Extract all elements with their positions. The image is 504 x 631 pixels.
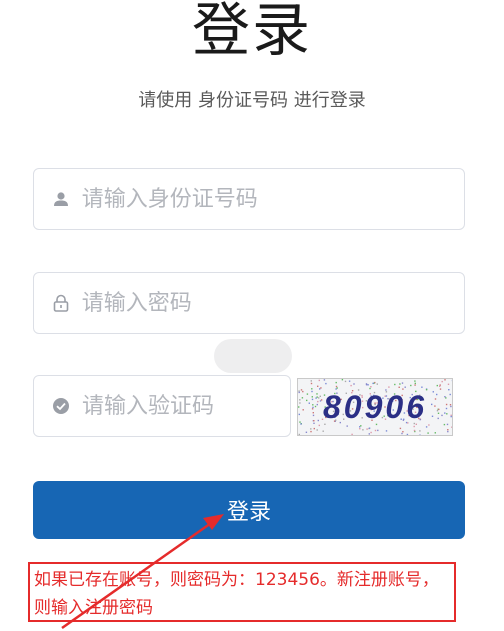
login-button[interactable]: 登录 [33, 481, 465, 539]
password-field[interactable] [33, 272, 465, 334]
captcha-input[interactable] [82, 393, 290, 419]
check-circle-icon [52, 396, 70, 416]
page-title: 登录 [191, 0, 312, 64]
drag-toggle[interactable] [214, 339, 292, 373]
id-number-field[interactable] [33, 168, 465, 230]
captcha-image[interactable]: 80906 [297, 378, 453, 436]
captcha-text: 80906 [323, 389, 427, 425]
user-icon [52, 189, 70, 209]
annotation-note: 如果已存在账号，则密码为：123456。新注册账号，则输入注册密码 [28, 562, 456, 622]
password-input[interactable] [81, 290, 464, 316]
captcha-field[interactable] [33, 375, 291, 437]
page-subtitle: 请使用 身份证号码 进行登录 [138, 90, 366, 111]
lock-icon [52, 293, 70, 313]
id-number-input[interactable] [81, 186, 464, 212]
